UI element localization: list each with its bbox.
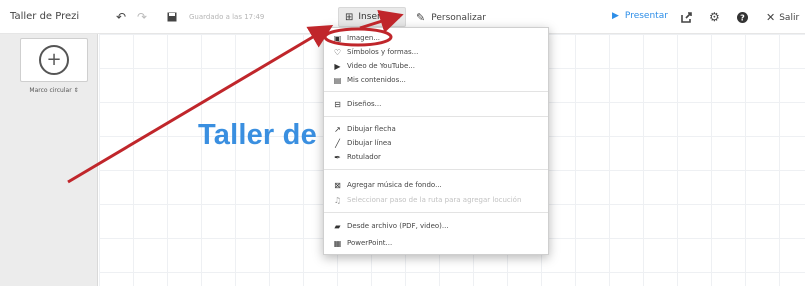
menu-divider — [324, 116, 548, 117]
personalize-button[interactable]: ✎ Personalizar — [416, 11, 486, 24]
exit-button[interactable]: ✕ Salir — [766, 11, 799, 24]
add-circle-icon: + — [39, 45, 69, 75]
shapes-icon: ♡ — [333, 47, 342, 57]
menu-item-my-content[interactable]: ▤ Mis contenidos... — [324, 73, 548, 87]
insert-label: Insertar — [358, 12, 394, 22]
menu-item-label: Agregar música de fondo... — [347, 181, 442, 189]
menu-item-layouts[interactable]: ⊟ Diseños... — [324, 97, 548, 111]
file-icon: ▰ — [334, 221, 341, 231]
personalize-label: Personalizar — [431, 12, 486, 23]
exit-label: Salir — [779, 12, 800, 23]
menu-item-label: Dibujar flecha — [347, 125, 396, 133]
menu-item-background-music[interactable]: ⊠ Agregar música de fondo... — [324, 178, 548, 192]
app-title: Taller de Prezi — [10, 11, 80, 22]
line-icon: ╱ — [335, 138, 340, 148]
frames-sidebar: + Marco circular ⇕ — [0, 34, 98, 286]
menu-item-from-file[interactable]: ▰ Desde archivo (PDF, video)... — [324, 219, 548, 233]
menu-item-image[interactable]: ▣ Imagen... — [324, 31, 548, 45]
menu-divider — [324, 169, 548, 170]
image-icon: ▣ — [333, 33, 342, 43]
layouts-icon: ⊟ — [334, 99, 341, 109]
menu-item-label: Desde archivo (PDF, video)... — [347, 222, 449, 230]
undo-icon[interactable]: ↶ — [116, 10, 126, 24]
frame-thumbnail[interactable]: + — [20, 38, 88, 82]
insert-icon: ⊞ — [345, 11, 354, 23]
menu-divider — [324, 91, 548, 92]
canvas-title[interactable]: Taller de — [198, 119, 317, 152]
menu-item-draw-line[interactable]: ╱ Dibujar línea — [324, 136, 548, 150]
save-icon[interactable] — [167, 10, 177, 24]
menu-item-label: Video de YouTube... — [347, 62, 415, 70]
menu-item-youtube[interactable]: ▶ Video de YouTube... — [324, 59, 548, 73]
chevron-down-icon: ▾ — [397, 13, 401, 21]
play-icon: ▶ — [612, 11, 619, 21]
voiceover-icon: ♫ — [333, 195, 342, 205]
menu-item-voiceover: ♫ Seleccionar paso de la ruta para agreg… — [324, 193, 548, 207]
marker-icon: ✒ — [334, 152, 341, 162]
menu-item-label: Rotulador — [347, 153, 381, 161]
menu-item-draw-arrow[interactable]: ↗ Dibujar flecha — [324, 122, 548, 136]
menu-item-marker[interactable]: ✒ Rotulador — [324, 150, 548, 164]
redo-icon[interactable]: ↷ — [137, 10, 147, 24]
menu-divider — [324, 212, 548, 213]
gear-icon[interactable]: ⚙ — [709, 10, 720, 24]
present-button[interactable]: ▶ Presentar — [612, 11, 668, 21]
present-label: Presentar — [624, 11, 668, 21]
close-icon: ✕ — [766, 11, 776, 24]
share-icon[interactable] — [681, 10, 693, 24]
my-content-icon: ▤ — [333, 75, 342, 85]
youtube-icon: ▶ — [334, 61, 341, 71]
menu-item-label: Imagen... — [347, 34, 381, 42]
insert-menu: ▣ Imagen... ♡ Símbolos y formas... ▶ Vid… — [323, 27, 549, 255]
saved-status: Guardado a las 17:49 — [189, 13, 265, 21]
frame-type-label[interactable]: Marco circular ⇕ — [20, 87, 88, 94]
svg-text:?: ? — [740, 13, 745, 22]
menu-item-label: Seleccionar paso de la ruta para agregar… — [347, 196, 522, 204]
menu-item-label: PowerPoint... — [347, 239, 393, 247]
menu-item-symbols[interactable]: ♡ Símbolos y formas... — [324, 45, 548, 59]
music-icon: ⊠ — [334, 180, 341, 190]
menu-item-label: Diseños... — [347, 100, 382, 108]
insert-button[interactable]: ⊞ Insertar ▾ — [338, 7, 406, 27]
pencil-icon: ✎ — [416, 11, 426, 24]
menu-item-label: Mis contenidos... — [347, 76, 406, 84]
help-icon[interactable]: ? — [737, 10, 748, 24]
menu-item-powerpoint[interactable]: ▦ PowerPoint... — [324, 236, 548, 250]
menu-item-label: Dibujar línea — [347, 139, 392, 147]
arrow-icon: ↗ — [334, 124, 341, 134]
menu-item-label: Símbolos y formas... — [347, 48, 419, 56]
powerpoint-icon: ▦ — [333, 238, 342, 248]
